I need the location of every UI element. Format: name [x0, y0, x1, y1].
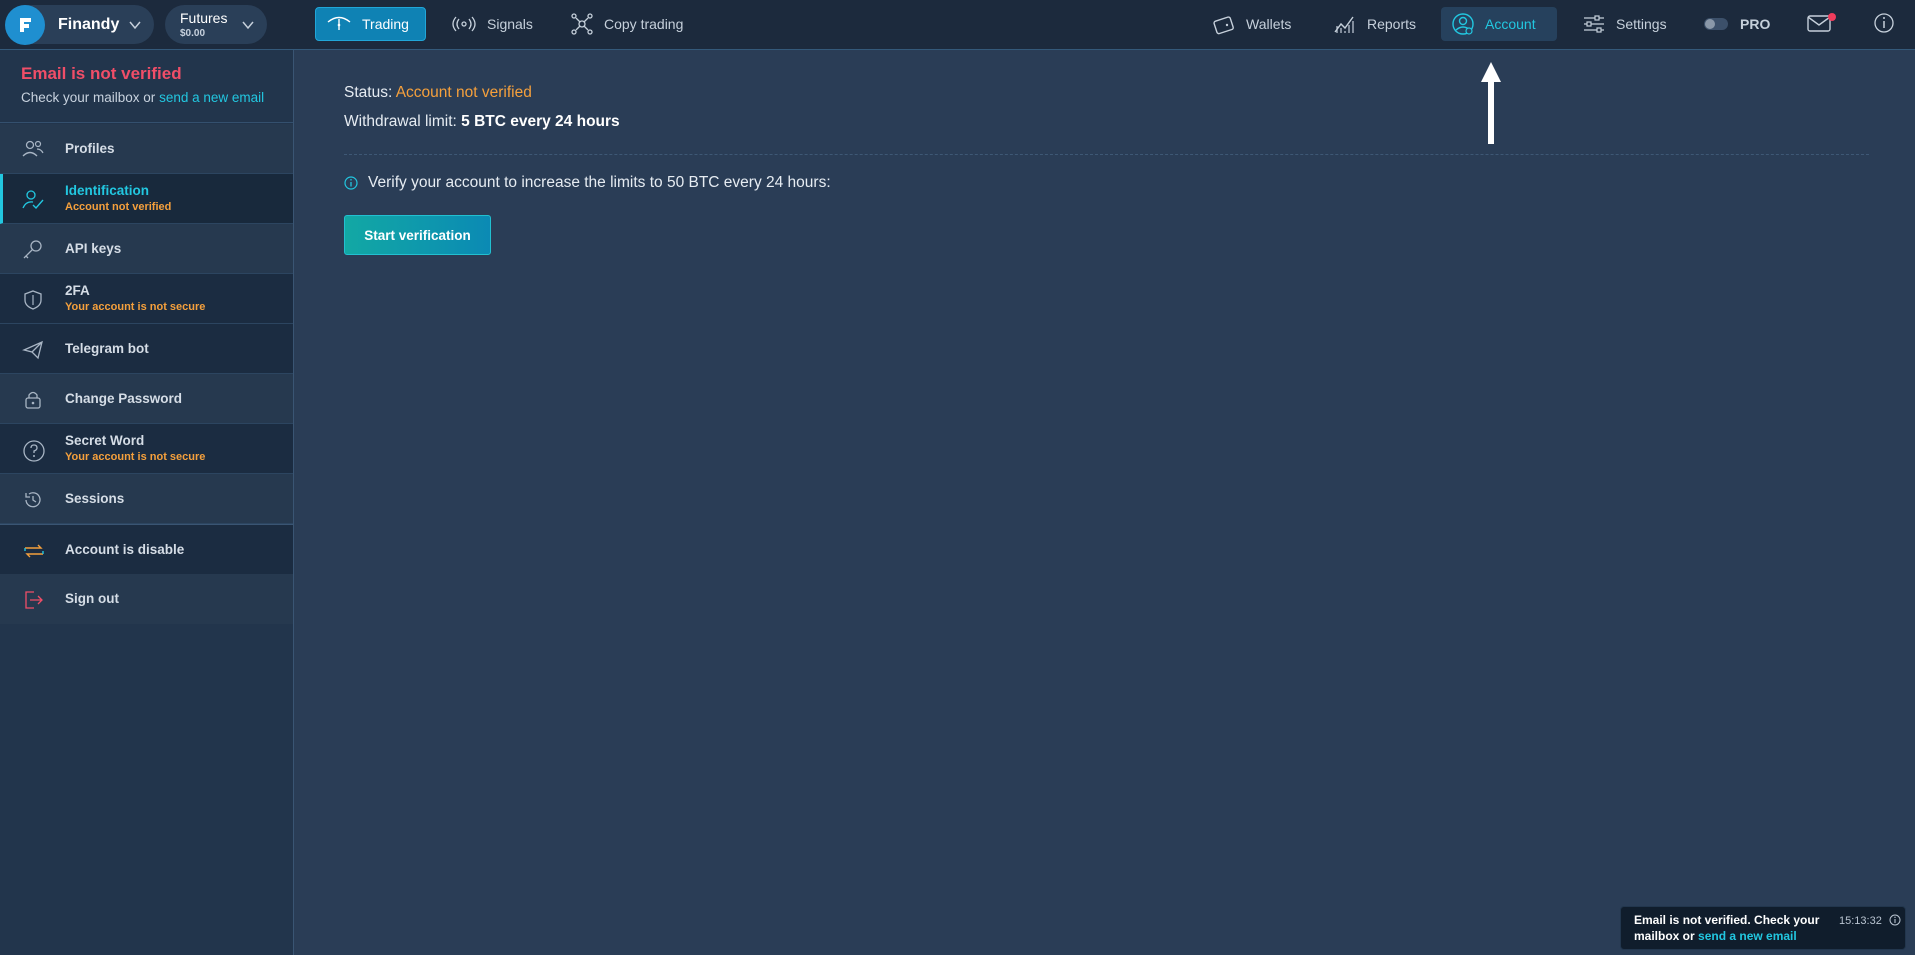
email-toast: Email is not verified. Check your mailbo… [1620, 906, 1906, 950]
toast-message: Email is not verified. Check your mailbo… [1634, 912, 1834, 944]
nav-signals[interactable]: Signals [441, 7, 545, 41]
pro-switch[interactable] [1704, 18, 1728, 30]
telegram-icon [22, 340, 43, 360]
toast-send-email-link[interactable]: send a new email [1698, 929, 1797, 943]
question-icon [23, 440, 45, 462]
market-title: Futures [180, 10, 228, 26]
nav-settings[interactable]: Settings [1572, 7, 1679, 41]
key-icon [23, 240, 42, 259]
nav-settings-label: Settings [1616, 16, 1667, 32]
verify-hint: Verify your account to increase the limi… [344, 174, 831, 192]
withdrawal-value: 5 BTC every 24 hours [461, 113, 620, 130]
pro-toggle[interactable]: PRO [1694, 7, 1782, 41]
sidebar-item-2fa[interactable]: 2FA Your account is not secure [0, 274, 293, 324]
email-alert-text: Check your mailbox or send a new email [21, 90, 264, 105]
sidebar-item-identification[interactable]: Identification Account not verified [0, 174, 293, 224]
nav-account[interactable]: Account [1441, 7, 1557, 41]
send-new-email-link[interactable]: send a new email [159, 90, 264, 105]
nav-copy-trading-label: Copy trading [604, 16, 684, 32]
sidebar-item-sessions[interactable]: Sessions [0, 474, 293, 524]
brand-name: Finandy [58, 15, 120, 33]
sidebar-item-label: Telegram bot [65, 341, 149, 356]
account-icon [1452, 13, 1474, 35]
finandy-logo-icon [5, 4, 45, 45]
sign-out-icon [25, 591, 43, 609]
sidebar-item-label: Profiles [65, 141, 115, 156]
info-icon [1874, 13, 1894, 33]
notifications-button[interactable] [1806, 12, 1836, 39]
pro-label: PRO [1740, 16, 1771, 32]
account-sidebar: Email is not verified Check your mailbox… [0, 50, 294, 955]
sidebar-item-label: Sessions [65, 491, 125, 506]
info-button[interactable] [1873, 12, 1895, 39]
sidebar-item-telegram-bot[interactable]: Telegram bot [0, 324, 293, 374]
sidebar-item-label: Secret Word [65, 433, 145, 448]
start-verification-button[interactable]: Start verification [344, 215, 491, 255]
withdrawal-label: Withdrawal limit: [344, 113, 462, 130]
sidebar-item-label: Identification [65, 183, 149, 198]
nav-copy-trading[interactable]: Copy trading [560, 7, 695, 41]
settings-sliders-icon [1584, 15, 1604, 33]
sidebar-item-label: 2FA [65, 283, 90, 298]
notification-dot [1828, 13, 1836, 21]
nav-reports[interactable]: Reports [1323, 7, 1428, 41]
nav-wallets[interactable]: Wallets [1202, 7, 1303, 41]
profiles-icon [22, 140, 44, 157]
info-icon [344, 176, 358, 190]
verify-text: Verify your account to increase the limi… [368, 174, 831, 191]
shield-icon [24, 290, 42, 310]
identification-icon [22, 190, 44, 210]
wallet-icon [1213, 16, 1234, 35]
sidebar-item-status: Account not verified [65, 201, 172, 213]
sidebar-item-label: API keys [65, 241, 122, 256]
lock-icon [25, 391, 41, 409]
brand-selector[interactable]: Finandy [5, 4, 154, 45]
nav-wallets-label: Wallets [1246, 16, 1292, 32]
swap-icon [24, 544, 44, 558]
copy-trading-icon [571, 13, 593, 35]
content-divider [344, 154, 1869, 155]
sessions-icon [25, 492, 41, 508]
email-alert: Email is not verified Check your mailbox… [0, 50, 293, 123]
market-selector[interactable]: Futures $0.00 [165, 5, 267, 44]
sidebar-item-sign-out[interactable]: Sign out [0, 574, 293, 624]
sidebar-item-change-password[interactable]: Change Password [0, 374, 293, 424]
toast-time: 15:13:32 [1839, 915, 1882, 927]
sidebar-item-account-disable[interactable]: Account is disable [0, 525, 293, 575]
trading-icon [327, 16, 351, 30]
email-alert-title: Email is not verified [21, 64, 182, 83]
reports-icon [1334, 16, 1354, 33]
status-label: Status: [344, 84, 396, 101]
nav-account-label: Account [1485, 16, 1536, 32]
sidebar-item-label: Change Password [65, 391, 183, 406]
sidebar-item-secret-word[interactable]: Secret Word Your account is not secure [0, 424, 293, 474]
chevron-down-icon [129, 21, 141, 30]
email-alert-message: Check your mailbox or [21, 90, 160, 105]
sidebar-item-status: Your account is not secure [65, 451, 206, 463]
sidebar-item-api-keys[interactable]: API keys [0, 224, 293, 274]
annotation-arrow-icon [1481, 62, 1501, 144]
signals-icon [452, 16, 476, 32]
nav-reports-label: Reports [1367, 16, 1417, 32]
top-bar: Finandy Futures $0.00 Trading Signals Co… [0, 0, 1915, 50]
nav-trading[interactable]: Trading [315, 7, 426, 41]
nav-signals-label: Signals [487, 16, 533, 32]
account-status: Status: Account not verified [344, 84, 532, 102]
sidebar-item-label: Sign out [65, 591, 119, 606]
info-icon[interactable] [1889, 914, 1901, 926]
chevron-down-icon [242, 21, 254, 30]
nav-trading-label: Trading [362, 16, 409, 32]
status-value: Account not verified [395, 84, 532, 101]
sidebar-item-profiles[interactable]: Profiles [0, 124, 293, 174]
sidebar-item-status: Your account is not secure [65, 301, 206, 313]
market-balance: $0.00 [180, 28, 206, 39]
withdrawal-limit: Withdrawal limit: 5 BTC every 24 hours [344, 113, 620, 131]
sidebar-item-label: Account is disable [65, 542, 185, 557]
